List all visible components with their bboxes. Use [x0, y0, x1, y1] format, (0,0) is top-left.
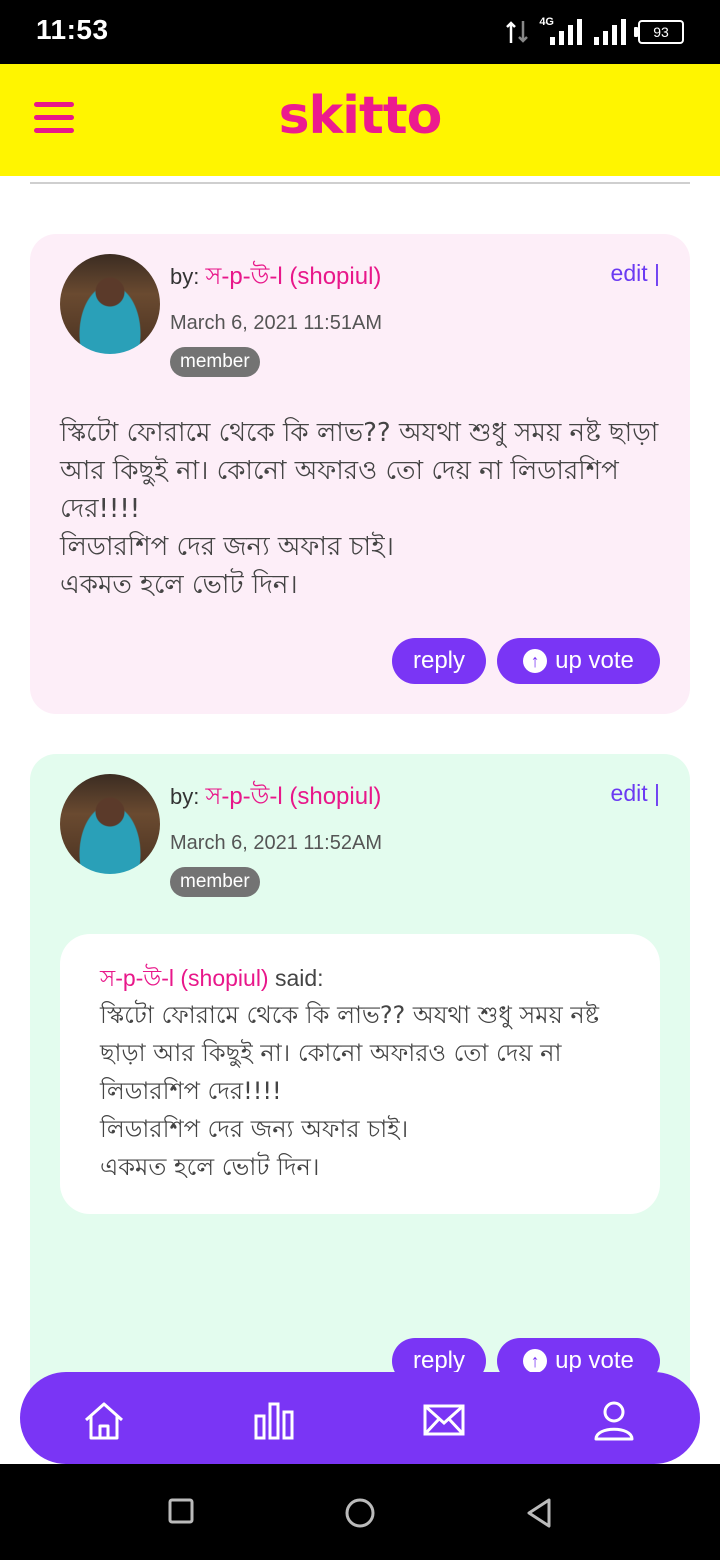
quote-author[interactable]: স-p-উ-l (shopiul) — [100, 965, 269, 991]
status-bar: 11:53 4G 93 — [0, 0, 720, 64]
arrow-up-icon: ↑ — [523, 649, 548, 673]
profile-icon[interactable] — [592, 1398, 636, 1442]
battery-icon: 93 — [634, 20, 684, 44]
quote-said: said: — [274, 965, 324, 991]
forum-post: by: স-p-উ-l (shopiul) March 6, 2021 11:5… — [30, 234, 690, 714]
post-meta: by: স-p-উ-l (shopiul) March 6, 2021 11:5… — [170, 778, 382, 897]
forum-post: by: স-p-উ-l (shopiul) March 6, 2021 11:5… — [30, 754, 690, 1454]
signal-icon — [550, 19, 582, 45]
reply-label: reply — [412, 647, 466, 674]
edit-link[interactable]: edit | — [611, 260, 660, 287]
data-transfer-icon — [506, 21, 529, 43]
app-header: skitto — [0, 64, 720, 176]
avatar[interactable] — [60, 254, 160, 354]
post-body: স্কিটো ফোরামে থেকে কি লাভ?? অযথা শুধু সম… — [60, 418, 659, 600]
member-badge: member — [170, 867, 260, 897]
network-type: 4G — [539, 16, 554, 28]
quote-header: স-p-উ-l (shopiul) said: — [100, 960, 324, 999]
avatar[interactable] — [60, 774, 160, 874]
reply-button[interactable]: reply — [392, 638, 486, 684]
status-icons: 4G 93 — [505, 16, 684, 48]
home-system-icon[interactable] — [345, 1498, 375, 1528]
bottom-nav — [20, 1372, 700, 1464]
reply-label: reply — [412, 1347, 466, 1374]
signal-icon-2 — [594, 19, 626, 45]
system-nav-bar — [0, 1464, 720, 1560]
arrow-up-icon: ↑ — [523, 1349, 548, 1373]
quote-text: স্কিটো ফোরামে থেকে কি লাভ?? অযথা শুধু সম… — [100, 1001, 600, 1181]
by-label: by: — [170, 264, 200, 289]
post-date: March 6, 2021 11:51AM — [170, 312, 382, 334]
author-link[interactable]: স-p-উ-l (shopiul) — [205, 783, 381, 810]
edit-link[interactable]: edit | — [611, 780, 660, 807]
chart-icon[interactable] — [252, 1398, 296, 1442]
upvote-button[interactable]: ↑ up vote — [497, 638, 660, 684]
upvote-label: up vote — [555, 647, 634, 674]
member-badge: member — [170, 347, 260, 377]
upvote-label: up vote — [555, 1347, 634, 1374]
author-link[interactable]: স-p-উ-l (shopiul) — [205, 263, 381, 290]
post-date: March 6, 2021 11:52AM — [170, 832, 382, 854]
back-icon[interactable] — [525, 1498, 553, 1528]
divider — [30, 182, 690, 184]
post-meta: by: স-p-উ-l (shopiul) March 6, 2021 11:5… — [170, 258, 382, 377]
recent-apps-icon[interactable] — [168, 1498, 194, 1524]
status-time: 11:53 — [36, 14, 109, 45]
home-icon[interactable] — [82, 1398, 126, 1442]
quote-block: স-p-উ-l (shopiul) said: স্কিটো ফোরামে থে… — [60, 934, 660, 1214]
app-logo[interactable]: skitto — [0, 86, 720, 146]
mail-icon[interactable] — [422, 1398, 466, 1442]
by-label: by: — [170, 784, 200, 809]
